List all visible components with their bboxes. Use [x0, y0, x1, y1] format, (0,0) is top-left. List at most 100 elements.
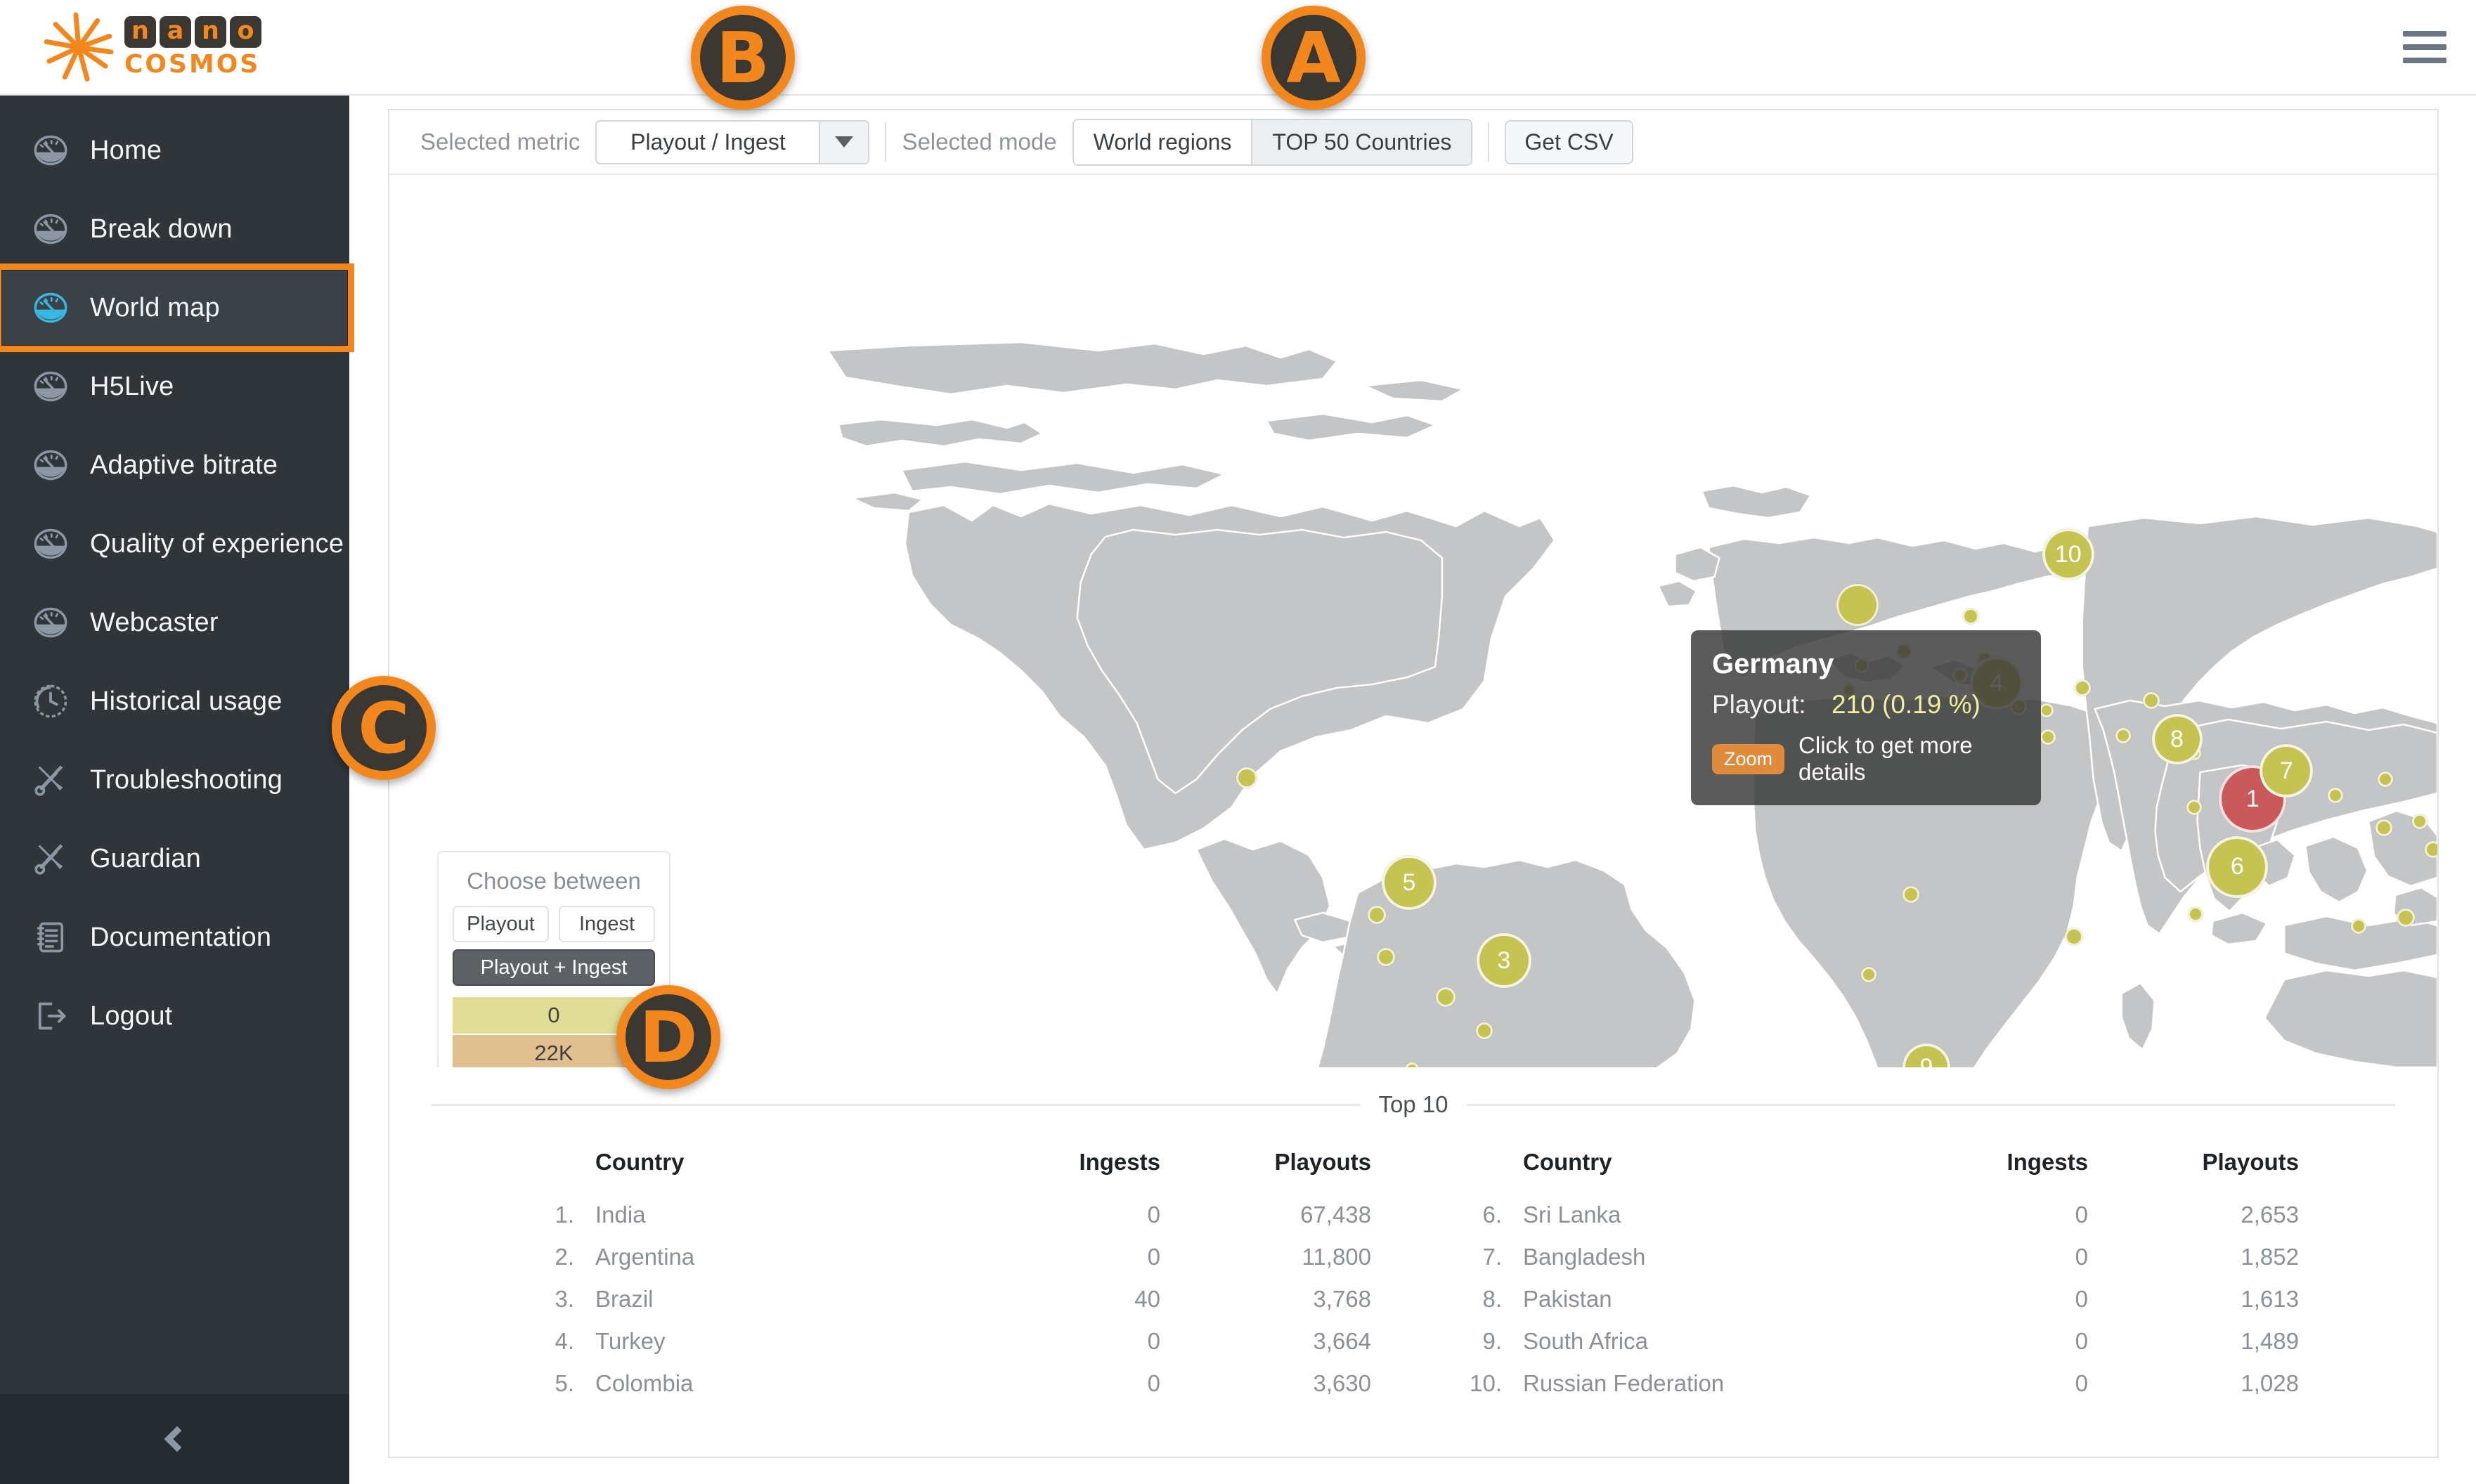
- gauge-icon: [32, 211, 69, 247]
- legend-button-playout[interactable]: Playout: [453, 906, 549, 942]
- cell-ingests: 0: [1147, 1202, 1160, 1228]
- callout-badge-a: A: [1262, 6, 1366, 110]
- map-bubble-dot[interactable]: [2188, 906, 2204, 922]
- document-icon: [32, 919, 69, 956]
- table-row[interactable]: 6. Sri Lanka 0 2,653: [1456, 1194, 2299, 1236]
- world-map[interactable]: 12345678910 Germany Playout: 210 (0.19 %…: [389, 175, 2437, 1067]
- map-bubble-dot[interactable]: [2412, 814, 2428, 829]
- table-row[interactable]: 10. Russian Federation 0 1,028: [1456, 1362, 2299, 1405]
- map-bubble-dot[interactable]: [1368, 906, 1387, 924]
- sidebar-item-label: Documentation: [90, 922, 272, 952]
- brand-letter: o: [230, 15, 261, 48]
- map-bubble-dot[interactable]: [1861, 967, 1877, 982]
- mode-button-world-regions[interactable]: World regions: [1073, 119, 1253, 164]
- sidebar-item-h5live[interactable]: H5Live: [0, 347, 349, 426]
- map-bubble-dot[interactable]: [2378, 772, 2394, 787]
- map-bubble-dot[interactable]: [1962, 608, 1979, 625]
- map-bubble-marker[interactable]: 10: [2042, 528, 2094, 580]
- hamburger-icon[interactable]: [2403, 31, 2446, 63]
- gauge-icon: [32, 604, 69, 641]
- map-bubble-marker[interactable]: 7: [2260, 744, 2314, 798]
- map-bubble-dot[interactable]: [1236, 767, 1258, 788]
- table-row[interactable]: 4. Turkey 0 3,664: [528, 1320, 1371, 1362]
- cell-ingests: 0: [2075, 1286, 2088, 1312]
- sidebar-item-quality-of-experience[interactable]: Quality of experience: [0, 505, 349, 583]
- legend-button-ingest[interactable]: Ingest: [559, 906, 655, 942]
- map-bubble-dot[interactable]: [2351, 918, 2367, 934]
- cell-country: South Africa: [1523, 1328, 1648, 1354]
- map-bubble-dot[interactable]: [1435, 987, 1456, 1007]
- table-row[interactable]: 8. Pakistan 0 1,613: [1456, 1278, 2299, 1320]
- toolbar-divider: [885, 122, 887, 162]
- callout-badge-c: C: [332, 676, 436, 780]
- map-bubble-dot[interactable]: [2064, 928, 2083, 946]
- brand-nano: n a n o: [124, 15, 261, 48]
- gauge-icon: [32, 132, 69, 169]
- cell-country: Sri Lanka: [1523, 1202, 1621, 1228]
- legend-button-playout-ingest[interactable]: Playout + Ingest: [453, 949, 655, 986]
- sidebar-item-guardian[interactable]: Guardian: [0, 819, 349, 898]
- table-row[interactable]: 1. India 0 67,438: [528, 1194, 1371, 1236]
- metric-select-value: Playout / Ingest: [630, 129, 786, 155]
- cell-rank: 1.: [555, 1202, 574, 1228]
- table-row[interactable]: 7. Bangladesh 0 1,852: [1456, 1236, 2299, 1278]
- map-bubble-dot[interactable]: [2039, 703, 2054, 717]
- sidebar-item-historical-usage[interactable]: Historical usage: [0, 662, 349, 741]
- table-row[interactable]: 2. Argentina 0 11,800: [528, 1236, 1371, 1278]
- cell-rank: 5.: [555, 1370, 574, 1396]
- map-bubble-dot[interactable]: [2040, 729, 2056, 745]
- map-bubble-dot[interactable]: [2115, 728, 2131, 743]
- chevron-left-icon[interactable]: [164, 1426, 190, 1452]
- map-bubble-dot[interactable]: [2397, 909, 2416, 927]
- sidebar-item-webcaster[interactable]: Webcaster: [0, 583, 349, 662]
- metric-label: Selected metric: [420, 129, 581, 155]
- sidebar-item-home[interactable]: Home: [0, 111, 349, 190]
- mode-label: Selected mode: [902, 129, 1057, 155]
- sidebar-item-logout[interactable]: Logout: [0, 977, 349, 1055]
- sidebar-item-break-down[interactable]: Break down: [0, 190, 349, 268]
- map-bubble-dot[interactable]: [2186, 800, 2203, 815]
- brand-letter: a: [160, 15, 191, 48]
- cell-playouts: 2,653: [2241, 1202, 2299, 1228]
- get-csv-button[interactable]: Get CSV: [1505, 119, 1633, 164]
- chevron-down-icon[interactable]: [819, 121, 869, 163]
- legend-title: Choose between: [467, 868, 641, 894]
- tooltip-zoom-badge[interactable]: Zoom: [1712, 743, 1785, 774]
- table-row[interactable]: 3. Brazil 40 3,768: [528, 1278, 1371, 1320]
- sidebar-item-label: Webcaster: [90, 607, 219, 637]
- map-bubble-dot[interactable]: [1475, 1022, 1493, 1039]
- table-row[interactable]: 5. Colombia 0 3,630: [528, 1362, 1371, 1405]
- col-country: Country: [1523, 1149, 1612, 1175]
- map-bubble-marker[interactable]: 5: [1382, 855, 1437, 910]
- sidebar-item-troubleshooting[interactable]: Troubleshooting: [0, 741, 349, 819]
- brand-logo[interactable]: n a n o COSMOS: [39, 8, 261, 86]
- cell-playouts: 1,028: [2241, 1370, 2299, 1396]
- map-bubble-marker[interactable]: 8: [2151, 714, 2203, 764]
- table-row[interactable]: 9. South Africa 0 1,489: [1456, 1320, 2299, 1362]
- map-bubble-marker[interactable]: 6: [2206, 835, 2269, 898]
- mode-button-top50-countries[interactable]: TOP 50 Countries: [1252, 119, 1472, 164]
- cell-playouts: 1,613: [2241, 1286, 2299, 1312]
- sidebar-item-label: Quality of experience: [90, 528, 344, 559]
- sidebar-item-label: Adaptive bitrate: [90, 450, 278, 480]
- map-bubble-dot[interactable]: [1377, 948, 1396, 966]
- map-bubble-dot[interactable]: [2375, 819, 2393, 836]
- sidebar-item-documentation[interactable]: Documentation: [0, 898, 349, 977]
- logout-icon: [32, 998, 69, 1034]
- map-bubble-marker[interactable]: 3: [1476, 933, 1531, 988]
- sidebar-collapse-button[interactable]: [0, 1394, 349, 1484]
- sidebar-item-label: Guardian: [90, 843, 201, 873]
- map-bubble-dot[interactable]: [2142, 692, 2160, 709]
- map-bubble-dot[interactable]: [2328, 788, 2344, 803]
- map-bubble-dot[interactable]: [1836, 584, 1879, 626]
- sidebar-item-adaptive-bitrate[interactable]: Adaptive bitrate: [0, 426, 349, 505]
- cell-playouts: 67,438: [1300, 1202, 1371, 1228]
- map-bubble-dot[interactable]: [2425, 841, 2437, 858]
- col-ingests: Ingests: [1079, 1149, 1160, 1175]
- metric-select[interactable]: Playout / Ingest: [595, 119, 870, 164]
- cell-playouts: 1,489: [2241, 1328, 2299, 1354]
- sidebar-item-world-map[interactable]: World map: [0, 263, 354, 352]
- col-playouts: Playouts: [1274, 1149, 1371, 1175]
- map-bubble-dot[interactable]: [2073, 679, 2091, 696]
- map-bubble-dot[interactable]: [1903, 886, 1920, 903]
